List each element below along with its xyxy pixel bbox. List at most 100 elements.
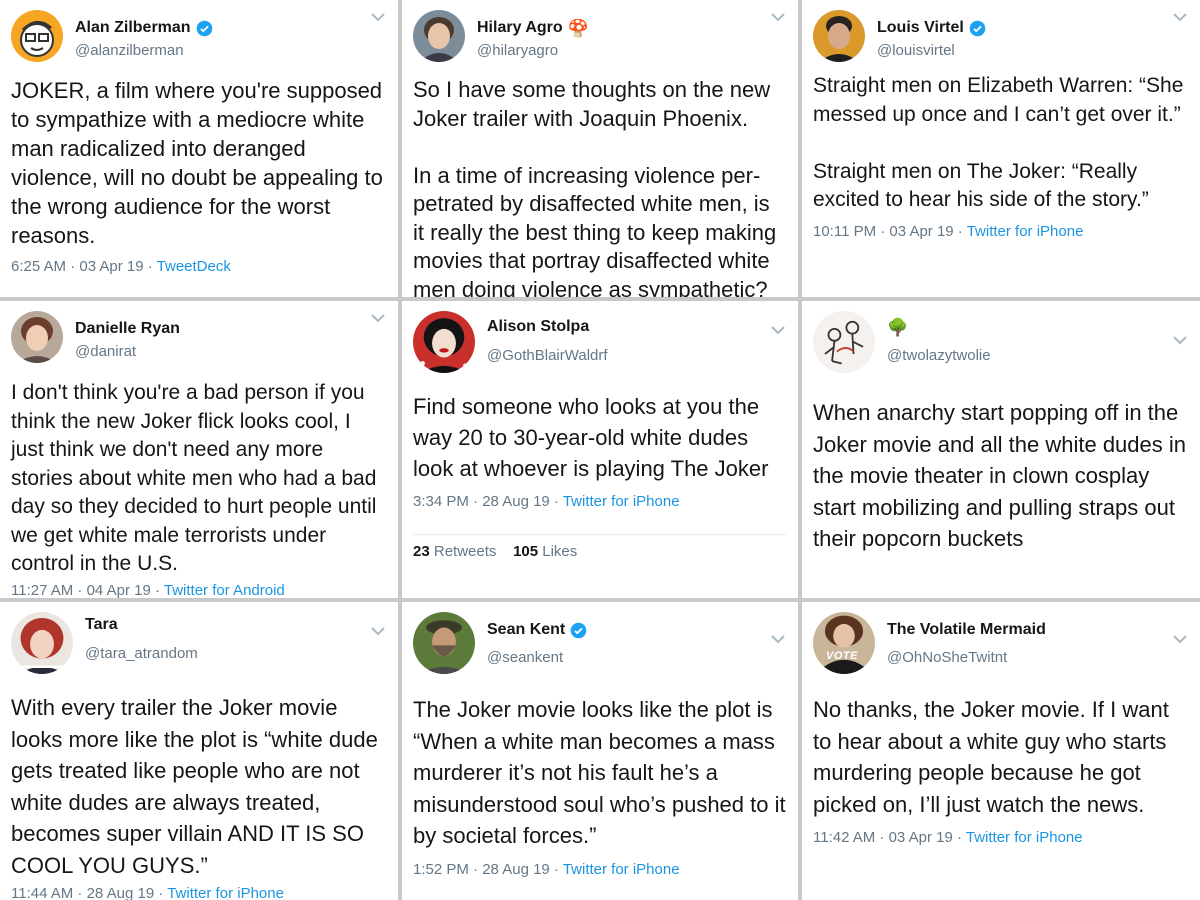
bearded-man-avatar[interactable] xyxy=(413,612,475,674)
user-handle[interactable]: @tara_atrandom xyxy=(85,644,198,664)
chevron-down-icon[interactable] xyxy=(770,323,786,337)
tweet-timestamp: 3:34 PM · 28 Aug 19 · Twitter for iPhone xyxy=(413,492,786,512)
tweet-header: Sean Kent @seankent xyxy=(413,612,786,692)
display-name-text: Sean Kent xyxy=(487,621,566,638)
tweet-text: When anarchy start popping off in the Jo… xyxy=(813,400,1193,551)
tweet-source-link[interactable]: Twitter for iPhone xyxy=(967,223,1084,240)
display-name-text: Danielle Ryan xyxy=(75,320,180,337)
line-drawing-avatar[interactable] xyxy=(813,311,875,373)
chevron-down-icon[interactable] xyxy=(1172,10,1188,24)
tweet-header: Danielle Ryan @danirat xyxy=(11,311,386,377)
tweet-header: Tara @tara_atrandom xyxy=(11,612,386,690)
tweet-text: With every trailer the Joker movie looks… xyxy=(11,695,384,878)
tweet-text: JOKER, a film where you're supposed to s… xyxy=(11,78,389,248)
display-name-text: Alan Zilberman xyxy=(75,19,191,36)
tweet-source-link[interactable]: Twitter for iPhone xyxy=(563,861,680,878)
tree-emoji: 🌳 xyxy=(887,317,909,337)
tweet-text: So I have some thoughts on the new Joker… xyxy=(413,77,777,297)
tweet-source-link[interactable]: Twitter for iPhone xyxy=(167,885,284,900)
cartoon-face-avatar[interactable] xyxy=(11,10,63,62)
tweet-text: Find someone who looks at you the way 20… xyxy=(413,394,769,481)
tweet-card[interactable]: Tara @tara_atrandom With every trailer t… xyxy=(0,602,398,900)
retweets-label: Retweets xyxy=(429,543,497,560)
woman-red-lips-avatar[interactable] xyxy=(413,311,475,373)
tweet-card[interactable]: 🌳 @twolazytwolie When anarchy start popp… xyxy=(802,301,1200,598)
display-name[interactable]: Danielle Ryan xyxy=(75,319,180,339)
chevron-down-icon[interactable] xyxy=(770,10,786,24)
verified-badge-icon xyxy=(196,20,213,37)
man-portrait-avatar[interactable] xyxy=(813,10,865,62)
display-name[interactable]: Sean Kent xyxy=(487,620,587,640)
tweet-timestamp: 6:25 AM · 03 Apr 19 · TweetDeck xyxy=(11,257,386,277)
user-handle[interactable]: @seankent xyxy=(487,648,587,668)
like-count[interactable]: 105 xyxy=(513,543,538,560)
vote-avatar-text: VOTE xyxy=(826,650,858,662)
tweet-card[interactable]: Louis Virtel @louisvirtel Straight men o… xyxy=(802,0,1200,297)
tweet-card[interactable]: VOTE The Volatile Mermaid @OhNoSheTwitnt… xyxy=(802,602,1200,900)
chevron-down-icon[interactable] xyxy=(770,632,786,646)
display-name-text: The Volatile Mermaid xyxy=(887,621,1046,638)
likes-label: Likes xyxy=(538,543,578,560)
tweet-source-link[interactable]: Twitter for iPhone xyxy=(966,829,1083,846)
vote-shirt-avatar[interactable]: VOTE xyxy=(813,612,875,674)
timestamp-text: 11:42 AM · 03 Apr 19 · xyxy=(813,829,966,846)
tweet-card[interactable]: Alan Zilberman @alanzilberman JOKER, a f… xyxy=(0,0,398,297)
user-handle[interactable]: @GothBlairWaldrf xyxy=(487,346,608,366)
display-name[interactable]: 🌳 xyxy=(887,317,991,337)
tweet-timestamp: 10:11 PM · 03 Apr 19 · Twitter for iPhon… xyxy=(813,222,1188,242)
tweet-text: Straight men on Elizabeth Warren: “She m… xyxy=(813,74,1184,211)
tweet-card[interactable]: Sean Kent @seankent The Joker movie look… xyxy=(402,602,798,900)
tweet-timestamp: 11:42 AM · 03 Apr 19 · Twitter for iPhon… xyxy=(813,828,1188,848)
woman-portrait-avatar[interactable] xyxy=(413,10,465,62)
retweet-count[interactable]: 23 xyxy=(413,543,430,560)
tweet-header: 🌳 @twolazytwolie xyxy=(813,311,1188,391)
user-handle[interactable]: @alanzilberman xyxy=(75,41,213,61)
user-handle[interactable]: @OhNoSheTwitnt xyxy=(887,648,1046,668)
user-handle[interactable]: @louisvirtel xyxy=(877,41,986,61)
display-name[interactable]: Alison Stolpa xyxy=(487,317,608,337)
tweet-header: Louis Virtel @louisvirtel xyxy=(813,10,1188,74)
tweet-source-link[interactable]: Twitter for iPhone xyxy=(563,493,680,510)
display-name-text: Louis Virtel xyxy=(877,19,964,36)
timestamp-text: 1:52 PM · 28 Aug 19 · xyxy=(413,860,563,878)
user-handle[interactable]: @hilaryagro xyxy=(477,41,589,61)
tweet-source-link[interactable]: TweetDeck xyxy=(157,258,231,275)
display-name[interactable]: The Volatile Mermaid xyxy=(887,620,1046,640)
verified-badge-icon xyxy=(969,20,986,37)
tweet-source-link[interactable]: Twitter for Android xyxy=(164,582,285,599)
tweet-header: VOTE The Volatile Mermaid @OhNoSheTwitnt xyxy=(813,612,1188,692)
chevron-down-icon[interactable] xyxy=(1172,632,1188,646)
display-name[interactable]: Louis Virtel xyxy=(877,18,986,38)
tweet-timestamp: 11:44 AM · 28 Aug 19 · Twitter for iPhon… xyxy=(11,884,386,900)
verified-badge-icon xyxy=(570,622,587,639)
chevron-down-icon[interactable] xyxy=(370,311,386,325)
tweet-timestamp: 1:52 PM · 28 Aug 19 · Twitter for iPhone xyxy=(413,860,786,880)
user-handle[interactable]: @twolazytwolie xyxy=(887,346,991,366)
tweet-text: I don't think you're a bad person if you… xyxy=(11,381,383,575)
tweet-card[interactable]: Alison Stolpa @GothBlairWaldrf Find some… xyxy=(402,301,798,598)
tweet-header: Hilary Agro 🍄 @hilaryagro xyxy=(413,10,786,74)
user-handle[interactable]: @danirat xyxy=(75,342,180,362)
display-name-text: Tara xyxy=(85,616,118,633)
display-name[interactable]: Tara xyxy=(85,615,198,635)
timestamp-text: 3:34 PM · 28 Aug 19 · xyxy=(413,493,563,510)
timestamp-text: 11:44 AM · 28 Aug 19 · xyxy=(11,885,168,900)
timestamp-text: 6:25 AM · 03 Apr 19 · xyxy=(11,258,157,275)
tweet-header: Alan Zilberman @alanzilberman xyxy=(11,10,386,74)
display-name[interactable]: Alan Zilberman xyxy=(75,18,213,38)
chevron-down-icon[interactable] xyxy=(370,10,386,24)
display-name-text: Hilary Agro xyxy=(477,19,563,36)
tweet-card[interactable]: Danielle Ryan @danirat I don't think you… xyxy=(0,301,398,598)
mushroom-emoji: 🍄 xyxy=(567,18,589,38)
display-name[interactable]: Hilary Agro 🍄 xyxy=(477,18,589,38)
tweet-collage: Alan Zilberman @alanzilberman JOKER, a f… xyxy=(0,0,1200,900)
display-name-text: Alison Stolpa xyxy=(487,318,590,335)
tweet-text: The Joker movie looks like the plot is “… xyxy=(413,697,792,848)
chevron-down-icon[interactable] xyxy=(370,624,386,638)
timestamp-text: 10:11 PM · 03 Apr 19 · xyxy=(813,222,967,240)
tweet-text: No thanks, the Joker movie. If I want to… xyxy=(813,697,1175,817)
tweet-card[interactable]: Hilary Agro 🍄 @hilaryagro So I have some … xyxy=(402,0,798,297)
chevron-down-icon[interactable] xyxy=(1172,333,1188,347)
woman-portrait-avatar[interactable] xyxy=(11,311,63,363)
red-hair-woman-avatar[interactable] xyxy=(11,612,73,674)
